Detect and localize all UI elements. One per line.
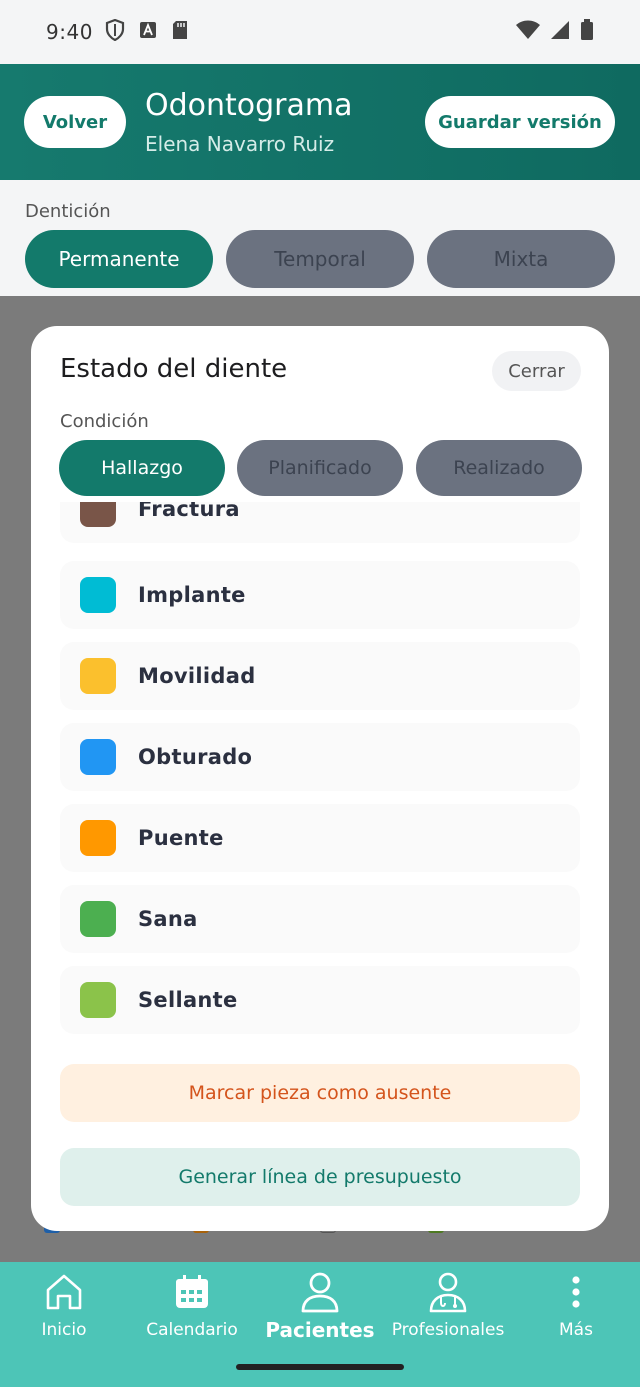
condition-item-implante[interactable]: Implante [60,561,580,629]
home-indicator[interactable] [236,1364,404,1370]
generate-budget-button[interactable]: Generar línea de presupuesto [60,1148,580,1206]
tab-hallazgo[interactable]: Hallazgo [59,440,225,496]
color-swatch [80,982,116,1018]
battery-icon [580,19,594,45]
calendar-icon [170,1270,214,1314]
condition-item-sana[interactable]: Sana [60,885,580,953]
condition-item-label: Obturado [138,745,253,769]
nav-item-profesionales[interactable]: Profesionales [384,1270,512,1350]
condition-item-label: Movilidad [138,664,256,688]
condition-item-obturado[interactable]: Obturado [60,723,580,791]
nav-label: Más [559,1320,593,1340]
condition-list[interactable]: Fractura Implante Movilidad Obturado Pue… [31,502,609,1038]
color-swatch [80,820,116,856]
dentition-section: Dentición Permanente Temporal Mixta [0,180,640,296]
home-icon [42,1270,86,1314]
color-swatch [80,577,116,613]
modal-title: Estado del diente [60,354,288,384]
mark-absent-button[interactable]: Marcar pieza como ausente [60,1064,580,1122]
nav-label: Pacientes [265,1318,375,1342]
tab-realizado[interactable]: Realizado [416,440,582,496]
condition-item-sellante[interactable]: Sellante [60,966,580,1034]
nav-item-inicio[interactable]: Inicio [0,1270,128,1350]
condition-item-label: Fractura [138,502,240,521]
status-bar: 9:40 [0,0,640,64]
more-icon [554,1270,598,1314]
tab-planificado[interactable]: Planificado [237,440,403,496]
close-button[interactable]: Cerrar [492,351,581,391]
dentition-option-mixta[interactable]: Mixta [427,230,615,288]
color-swatch [80,739,116,775]
back-button[interactable]: Volver [24,96,126,148]
condition-label: Condición [60,411,149,432]
nav-item-pacientes[interactable]: Pacientes [256,1270,384,1350]
nav-item-mas[interactable]: Más [512,1270,640,1350]
signal-icon [550,20,570,44]
sd-card-icon [171,20,189,44]
color-swatch [80,901,116,937]
condition-item-movilidad[interactable]: Movilidad [60,642,580,710]
patient-name: Elena Navarro Ruiz [145,132,335,156]
save-version-button[interactable]: Guardar versión [425,96,615,148]
tooth-state-modal: Estado del diente Cerrar Condición Halla… [31,326,609,1231]
color-swatch [80,502,116,527]
condition-item-puente[interactable]: Puente [60,804,580,872]
page-title: Odontograma [145,88,353,123]
condition-item-label: Sellante [138,988,238,1012]
nav-label: Calendario [146,1320,238,1340]
dentition-option-temporal[interactable]: Temporal [226,230,414,288]
color-swatch [80,658,116,694]
status-time: 9:40 [46,20,93,44]
nav-label: Profesionales [391,1320,505,1340]
font-icon [139,21,157,43]
person-icon [298,1270,342,1314]
wifi-icon [516,20,540,44]
shield-icon [105,18,125,45]
nav-item-calendario[interactable]: Calendario [128,1270,256,1350]
condition-item-label: Sana [138,907,198,931]
doctor-icon [426,1270,470,1314]
condition-item-fractura[interactable]: Fractura [60,502,580,543]
dentition-label: Dentición [25,201,111,222]
dentition-option-permanente[interactable]: Permanente [25,230,213,288]
condition-item-label: Puente [138,826,224,850]
app-header: Volver Odontograma Elena Navarro Ruiz Gu… [0,64,640,180]
condition-item-label: Implante [138,583,246,607]
nav-label: Inicio [41,1320,87,1340]
